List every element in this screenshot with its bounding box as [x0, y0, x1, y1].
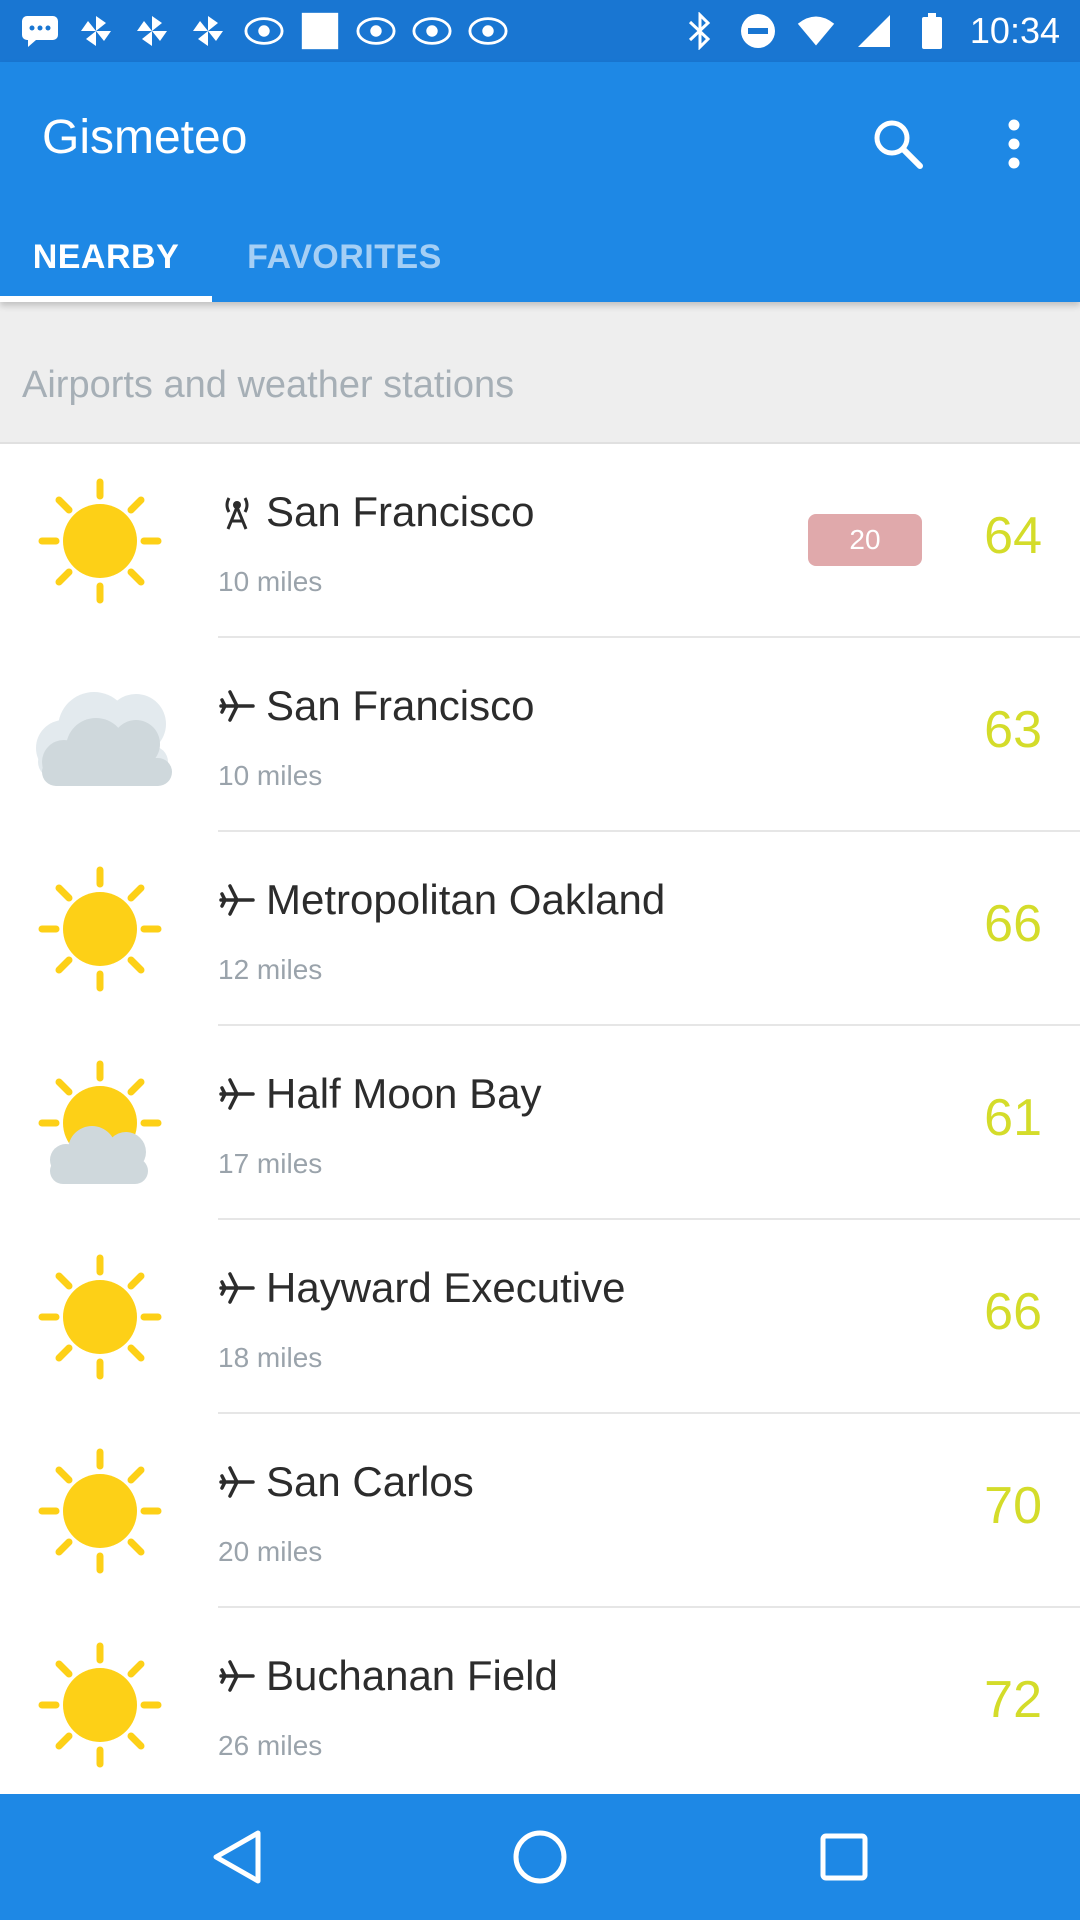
- station-distance: 17 miles: [218, 1148, 323, 1179]
- pinwheel-icon: [132, 11, 172, 51]
- abc13-icon: [244, 11, 284, 51]
- station-row[interactable]: San Francisco 10 miles 63: [0, 638, 1080, 832]
- airplane-icon: [219, 1466, 255, 1498]
- navigation-bar: [0, 1794, 1080, 1920]
- tab-indicator: [0, 296, 212, 302]
- system-icons: 10:34: [680, 10, 1060, 52]
- station-row[interactable]: Metropolitan Oakland 12 miles 66: [0, 832, 1080, 1026]
- station-list: San Francisco 10 miles 20 64 San Francis…: [0, 444, 1080, 1802]
- back-button[interactable]: [198, 1819, 274, 1895]
- section-title: Airports and weather stations: [22, 364, 515, 406]
- station-row[interactable]: San Carlos 20 miles 70: [0, 1414, 1080, 1608]
- station-distance: 20 miles: [218, 1536, 323, 1567]
- station-badge: 20: [808, 514, 922, 566]
- station-name: San Carlos: [218, 1458, 474, 1506]
- airplane-icon: [219, 1078, 255, 1110]
- station-temperature: 66: [984, 895, 1042, 953]
- signal-icon: [854, 11, 894, 51]
- battery-icon: [912, 11, 952, 51]
- bluetooth-icon: [680, 11, 720, 51]
- more-options-button[interactable]: [972, 102, 1056, 186]
- section-header: Airports and weather stations: [0, 302, 1080, 444]
- station-distance: 18 miles: [218, 1342, 323, 1373]
- station-distance: 10 miles: [218, 760, 323, 791]
- station-name: San Francisco: [218, 488, 534, 536]
- station-temperature: 66: [984, 1283, 1042, 1341]
- station-distance: 12 miles: [218, 954, 323, 985]
- station-name-label: San Francisco: [266, 488, 535, 535]
- pinwheel-icon: [188, 11, 228, 51]
- airplane-icon: [219, 884, 255, 916]
- station-temperature: 61: [984, 1089, 1042, 1147]
- airplane-icon: [219, 690, 255, 722]
- more-vert-icon: [1008, 119, 1020, 169]
- abc13-icon: [412, 11, 452, 51]
- station-distance: 10 miles: [218, 566, 323, 597]
- search-icon: [874, 120, 923, 169]
- tab-favorites[interactable]: FAVORITES: [212, 212, 477, 302]
- station-antenna-icon: [225, 497, 249, 530]
- station-name-label: San Francisco: [266, 682, 535, 729]
- home-button[interactable]: [502, 1819, 578, 1895]
- clock: 10:34: [969, 10, 1060, 51]
- station-name-label: San Carlos: [266, 1458, 474, 1505]
- station-name: Metropolitan Oakland: [218, 876, 665, 924]
- station-temperature: 64: [984, 507, 1042, 565]
- station-name: Buchanan Field: [218, 1652, 558, 1700]
- app-title: Gismeteo: [42, 111, 248, 164]
- do-not-disturb-icon: [738, 11, 778, 51]
- partly-cloudy-icon: [38, 1060, 162, 1184]
- sunny-icon: [38, 1448, 162, 1574]
- white-square-icon: [300, 11, 340, 51]
- wifi-icon: [796, 11, 836, 51]
- station-row[interactable]: Buchanan Field 26 miles 72: [0, 1608, 1080, 1802]
- station-row[interactable]: Half Moon Bay 17 miles 61: [0, 1026, 1080, 1220]
- station-name-label: Hayward Executive: [266, 1264, 626, 1311]
- station-name: San Francisco: [218, 682, 534, 730]
- recents-button[interactable]: [806, 1819, 882, 1895]
- abc13-icon: [356, 11, 396, 51]
- chat-icon: [20, 11, 60, 51]
- sunny-icon: [38, 1254, 162, 1380]
- app-bar: Gismeteo NEARBY FAVORITES: [0, 62, 1080, 302]
- station-row[interactable]: Hayward Executive 18 miles 66: [0, 1220, 1080, 1414]
- tab-nearby[interactable]: NEARBY: [0, 212, 212, 302]
- recents-icon: [820, 1833, 868, 1881]
- station-name-label: Buchanan Field: [266, 1652, 558, 1699]
- abc13-icon: [468, 11, 508, 51]
- home-icon: [513, 1830, 567, 1884]
- sunny-icon: [38, 866, 162, 992]
- station-name: Hayward Executive: [218, 1264, 625, 1312]
- station-row[interactable]: San Francisco 10 miles 20 64: [0, 444, 1080, 638]
- pinwheel-icon: [76, 11, 116, 51]
- station-name-label: Half Moon Bay: [266, 1070, 542, 1117]
- airplane-icon: [219, 1660, 255, 1692]
- search-button[interactable]: [856, 102, 940, 186]
- sunny-icon: [38, 478, 162, 604]
- station-temperature: 72: [984, 1671, 1042, 1729]
- station-temperature: 70: [984, 1477, 1042, 1535]
- sunny-icon: [38, 1642, 162, 1768]
- station-distance: 26 miles: [218, 1730, 323, 1761]
- airplane-icon: [219, 1272, 255, 1304]
- station-name: Half Moon Bay: [218, 1070, 541, 1118]
- station-temperature: 63: [984, 701, 1042, 759]
- back-icon: [213, 1830, 261, 1884]
- status-bar: 10:34: [0, 0, 1080, 62]
- cloudy-icon: [36, 692, 172, 786]
- notification-icons: [20, 10, 508, 52]
- station-name-label: Metropolitan Oakland: [266, 876, 666, 923]
